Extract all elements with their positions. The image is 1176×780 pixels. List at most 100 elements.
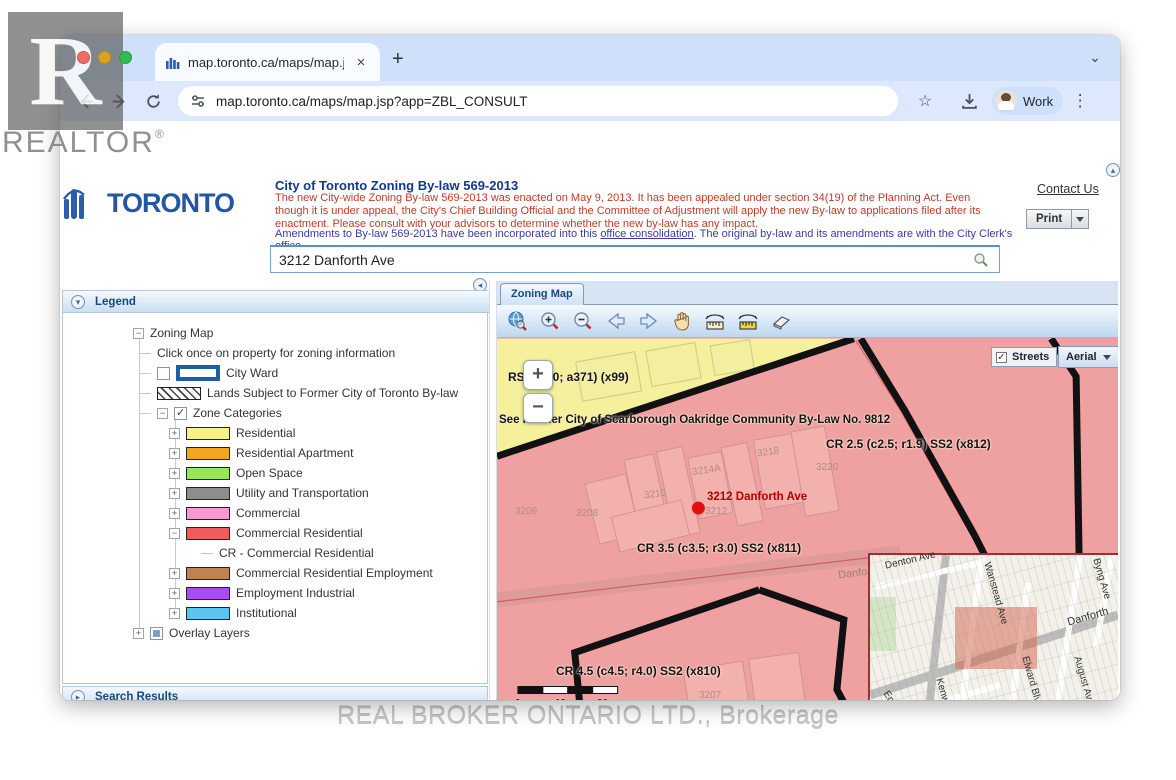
tree-item-open-space[interactable]: + Open Space [63, 463, 487, 483]
tree-item-utility[interactable]: + Utility and Transportation [63, 483, 487, 503]
print-dropdown-arrow-icon[interactable] [1071, 209, 1089, 229]
map-zoom-in-button[interactable]: + [523, 360, 553, 390]
tree-label: Institutional [236, 606, 297, 620]
tree-item-commercial[interactable]: + Commercial [63, 503, 487, 523]
tree-item-residential[interactable]: + Residential [63, 423, 487, 443]
collapse-expander-icon[interactable]: − [133, 328, 144, 339]
address-search-box [270, 245, 1000, 273]
residential-swatch [186, 427, 230, 440]
zoom-in-tool-icon[interactable] [538, 309, 562, 333]
search-results-panel[interactable]: ▸ Search Results [62, 686, 488, 700]
tree-item-overlay-layers[interactable]: + Overlay Layers [63, 623, 487, 643]
streets-toggle[interactable]: ✓ Streets [991, 347, 1057, 367]
tab-list-chevron-icon[interactable]: ⌄ [1084, 47, 1106, 69]
new-tab-button[interactable]: + [392, 48, 404, 71]
tree-item-zoning-map[interactable]: − Zoning Map [63, 323, 487, 343]
institutional-swatch [186, 607, 230, 620]
tree-item-commercial-residential[interactable]: − Commercial Residential [63, 523, 487, 543]
eraser-icon[interactable] [769, 309, 793, 333]
address-search-input[interactable] [271, 252, 973, 268]
full-extent-icon[interactable] [505, 309, 529, 333]
browser-menu-icon[interactable]: ⋮ [1067, 88, 1093, 114]
avatar [995, 90, 1017, 112]
residential-apartment-swatch [186, 447, 230, 460]
expand-expander-icon[interactable]: + [169, 588, 180, 599]
tab-close-icon[interactable]: × [352, 54, 370, 71]
search-results-expand-icon[interactable]: ▸ [71, 690, 85, 700]
pan-hand-icon[interactable] [670, 309, 694, 333]
print-button-label[interactable]: Print [1026, 209, 1071, 229]
overview-inset-map[interactable]: Denton Ave Wanstead Ave Byng Ave Danfort… [868, 553, 1118, 700]
print-button[interactable]: Print [1026, 209, 1089, 229]
city-ward-checkbox[interactable] [157, 367, 170, 380]
expand-expander-icon[interactable]: + [133, 628, 144, 639]
download-icon[interactable] [956, 88, 982, 114]
map-zoom-out-button[interactable]: − [523, 393, 553, 423]
house-number: 3208 [576, 508, 598, 519]
legend-collapse-icon[interactable]: ▾ [71, 295, 85, 309]
map-toolbar [497, 305, 1118, 338]
zone-label-cr25: CR 2.5 (c2.5; r1.9) SS2 (x812) [826, 437, 991, 451]
scale-tick: 10 [555, 698, 566, 700]
tree-item-former-city[interactable]: Lands Subject to Former City of Toronto … [63, 383, 487, 403]
office-consolidation-link[interactable]: office consolidation [600, 228, 693, 240]
search-icon[interactable] [973, 252, 989, 268]
tree-label: Lands Subject to Former City of Toronto … [207, 386, 458, 400]
window-minimize-button[interactable] [98, 51, 111, 64]
bookmark-star-icon[interactable]: ☆ [912, 88, 938, 114]
site-info-icon[interactable] [190, 93, 206, 109]
window-maximize-button[interactable] [119, 51, 132, 64]
house-number: 3207 [699, 690, 721, 700]
realtor-word: REALTOR [2, 126, 155, 159]
tree-label: Employment Industrial [236, 586, 355, 600]
header-collapse-icon[interactable]: ▴ [1106, 163, 1120, 177]
tree-item-cr-sub[interactable]: CR - Commercial Residential [63, 543, 487, 563]
window-close-button[interactable] [77, 51, 90, 64]
streets-checkbox-icon[interactable]: ✓ [996, 352, 1007, 363]
expand-expander-icon[interactable]: + [169, 448, 180, 459]
reload-icon[interactable] [140, 88, 166, 114]
collapse-expander-icon[interactable]: − [169, 528, 180, 539]
commercial-swatch [186, 507, 230, 520]
expand-expander-icon[interactable]: + [169, 468, 180, 479]
tree-item-city-ward[interactable]: City Ward [63, 363, 487, 383]
tree-label: City Ward [226, 366, 278, 380]
url-bar[interactable]: map.toronto.ca/maps/map.jsp?app=ZBL_CONS… [178, 86, 898, 116]
contact-us-link[interactable]: Contact Us [1037, 182, 1099, 196]
tree-item-institutional[interactable]: + Institutional [63, 603, 487, 623]
tree-item-residential-apartment[interactable]: + Residential Apartment [63, 443, 487, 463]
zoning-map-tab[interactable]: Zoning Map [500, 283, 584, 305]
tree-label: Commercial [236, 506, 300, 520]
profile-chip[interactable]: Work [992, 87, 1063, 115]
tree-item-zone-categories[interactable]: − Zone Categories [63, 403, 487, 423]
house-number: 3220 [816, 462, 838, 473]
aerial-dropdown[interactable]: Aerial [1058, 346, 1118, 368]
aerial-label: Aerial [1066, 351, 1097, 363]
url-text: map.toronto.ca/maps/map.jsp?app=ZBL_CONS… [216, 94, 528, 109]
zoning-map-viewport[interactable]: RS (f12.0; a371) (x99) See Former City o… [497, 338, 1118, 700]
toronto-logo: TORONTO [62, 183, 234, 219]
tree-label: Commercial Residential Employment [236, 566, 433, 580]
expand-expander-icon[interactable]: + [169, 608, 180, 619]
expand-expander-icon[interactable]: + [169, 488, 180, 499]
tree-item-cre[interactable]: + Commercial Residential Employment [63, 563, 487, 583]
tree-item-employment-industrial[interactable]: + Employment Industrial [63, 583, 487, 603]
panel-splitter[interactable] [489, 281, 497, 700]
expand-expander-icon[interactable]: + [169, 568, 180, 579]
browser-window: map.toronto.ca/maps/map.jsp × + ⌄ map.to… [60, 35, 1120, 700]
expand-expander-icon[interactable]: + [169, 508, 180, 519]
tree-label: CR - Commercial Residential [219, 546, 374, 560]
measure-area-icon[interactable] [736, 309, 760, 333]
zone-categories-checkbox[interactable] [174, 407, 187, 420]
next-extent-icon[interactable] [637, 309, 661, 333]
collapse-expander-icon[interactable]: − [157, 408, 168, 419]
previous-extent-icon[interactable] [604, 309, 628, 333]
browser-tab[interactable]: map.toronto.ca/maps/map.jsp × [155, 43, 380, 81]
expand-expander-icon[interactable]: + [169, 428, 180, 439]
measure-distance-icon[interactable] [703, 309, 727, 333]
legend-header[interactable]: ▾ Legend [63, 291, 489, 313]
zone-label-cr35: CR 3.5 (c3.5; r3.0) SS2 (x811) [637, 541, 801, 555]
zoom-out-tool-icon[interactable] [571, 309, 595, 333]
overlay-layers-checkbox[interactable] [150, 627, 163, 640]
map-tab-row: Zoning Map [497, 281, 1118, 305]
